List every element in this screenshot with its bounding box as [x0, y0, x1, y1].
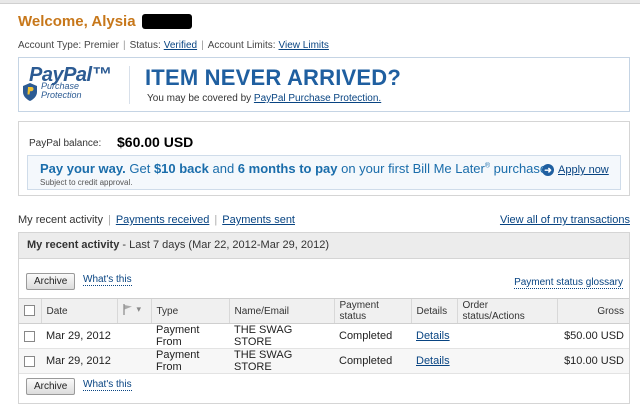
status-label: Status: [129, 40, 161, 51]
activity-header: My recent activity - Last 7 days (Mar 22… [19, 233, 629, 259]
col-details: Details [410, 298, 457, 324]
col-gross: Gross [556, 298, 629, 324]
row-order-status [457, 323, 557, 349]
row-checkbox[interactable] [24, 355, 35, 367]
row-type: Payment From [151, 323, 229, 349]
activity-tabs: My recent activity | Payments received |… [18, 214, 295, 226]
account-info: Account Type: Premier | Status: Verified… [18, 40, 329, 51]
status-verified-link[interactable]: Verified [164, 40, 197, 51]
col-type: Type [150, 298, 229, 324]
shield-icon [23, 83, 37, 101]
apply-now-link[interactable]: Apply now [558, 164, 609, 176]
archive-button-top[interactable]: Archive [26, 273, 76, 290]
row-date: Mar 29, 2012 [41, 323, 117, 349]
flag-icon [122, 304, 132, 315]
transactions-table: Date ▾ Type Name/Email Payment status De… [19, 298, 629, 374]
activity-range: - Last 7 days (Mar 22, 2012-Mar 29, 2012… [119, 239, 330, 251]
table-header-row: Date ▾ Type Name/Email Payment status De… [19, 298, 629, 324]
welcome-text: Welcome, Alysia [18, 13, 136, 30]
col-order-status: Order status/Actions [456, 298, 557, 324]
table-row: Mar 29, 2012 Payment From THE SWAG STORE… [19, 348, 629, 374]
row-details-link[interactable]: Details [416, 330, 450, 342]
welcome-heading: Welcome, Alysia [18, 13, 192, 30]
row-date: Mar 29, 2012 [41, 348, 117, 374]
row-type: Payment From [151, 348, 229, 374]
limits-label: Account Limits: [207, 40, 276, 51]
archive-button-bottom[interactable]: Archive [26, 378, 76, 395]
flag-filter[interactable]: ▾ [122, 304, 141, 315]
top-bar [0, 0, 640, 4]
balance-value: $60.00 USD [117, 134, 194, 150]
account-type: Account Type: Premier [18, 40, 119, 51]
row-order-status [457, 348, 557, 374]
bill-me-later-promo[interactable]: Pay your way. Get $10 back and 6 months … [27, 155, 621, 190]
tab-payments-sent[interactable]: Payments sent [222, 214, 295, 226]
promo-text: Pay your way. Get $10 back and 6 months … [40, 161, 551, 176]
row-name: THE SWAG STORE [229, 323, 334, 349]
redacted-surname [141, 14, 192, 29]
whats-this-link-bottom[interactable]: What's this [83, 379, 132, 391]
row-status: Completed [334, 323, 411, 349]
recent-activity-panel: My recent activity - Last 7 days (Mar 22… [18, 232, 630, 404]
view-limits-link[interactable]: View Limits [279, 40, 329, 51]
arrow-right-icon: ➜ [542, 164, 554, 176]
whats-this-link-top[interactable]: What's this [83, 274, 132, 286]
col-date[interactable]: Date [40, 298, 117, 324]
row-status: Completed [334, 348, 411, 374]
col-flag[interactable]: ▾ [116, 298, 151, 324]
col-payment-status: Payment status [333, 298, 411, 324]
apply-now-button[interactable]: ➜ Apply now [542, 164, 609, 176]
purchase-protection-banner[interactable]: PayPal™ Purchase Protection ITEM NEVER A… [18, 57, 630, 112]
activity-title: My recent activity [27, 239, 120, 251]
row-gross: $50.00 USD [557, 323, 629, 349]
select-all-header [19, 298, 41, 324]
balance-box: PayPal balance: $60.00 USD Pay your way.… [18, 121, 630, 196]
row-name: THE SWAG STORE [229, 348, 334, 374]
row-details-link[interactable]: Details [416, 355, 450, 367]
row-checkbox[interactable] [24, 330, 35, 342]
table-row: Mar 29, 2012 Payment From THE SWAG STORE… [19, 323, 629, 349]
purchase-protection-label: Purchase Protection [41, 81, 82, 100]
balance-label: PayPal balance: [29, 138, 102, 149]
purchase-protection-link[interactable]: PayPal Purchase Protection. [254, 93, 381, 104]
promo-subtext: Subject to credit approval. [40, 178, 133, 187]
tab-recent-activity[interactable]: My recent activity [18, 214, 103, 226]
view-all-transactions-link[interactable]: View all of my transactions [500, 214, 630, 226]
col-name-email: Name/Email [228, 298, 334, 324]
banner-title: ITEM NEVER ARRIVED? [145, 65, 402, 90]
select-all-checkbox[interactable] [24, 305, 35, 317]
banner-subtitle: You may be covered by PayPal Purchase Pr… [147, 93, 382, 104]
row-gross: $10.00 USD [557, 348, 629, 374]
payment-status-glossary-link[interactable]: Payment status glossary [514, 277, 623, 289]
tab-payments-received[interactable]: Payments received [116, 214, 210, 226]
